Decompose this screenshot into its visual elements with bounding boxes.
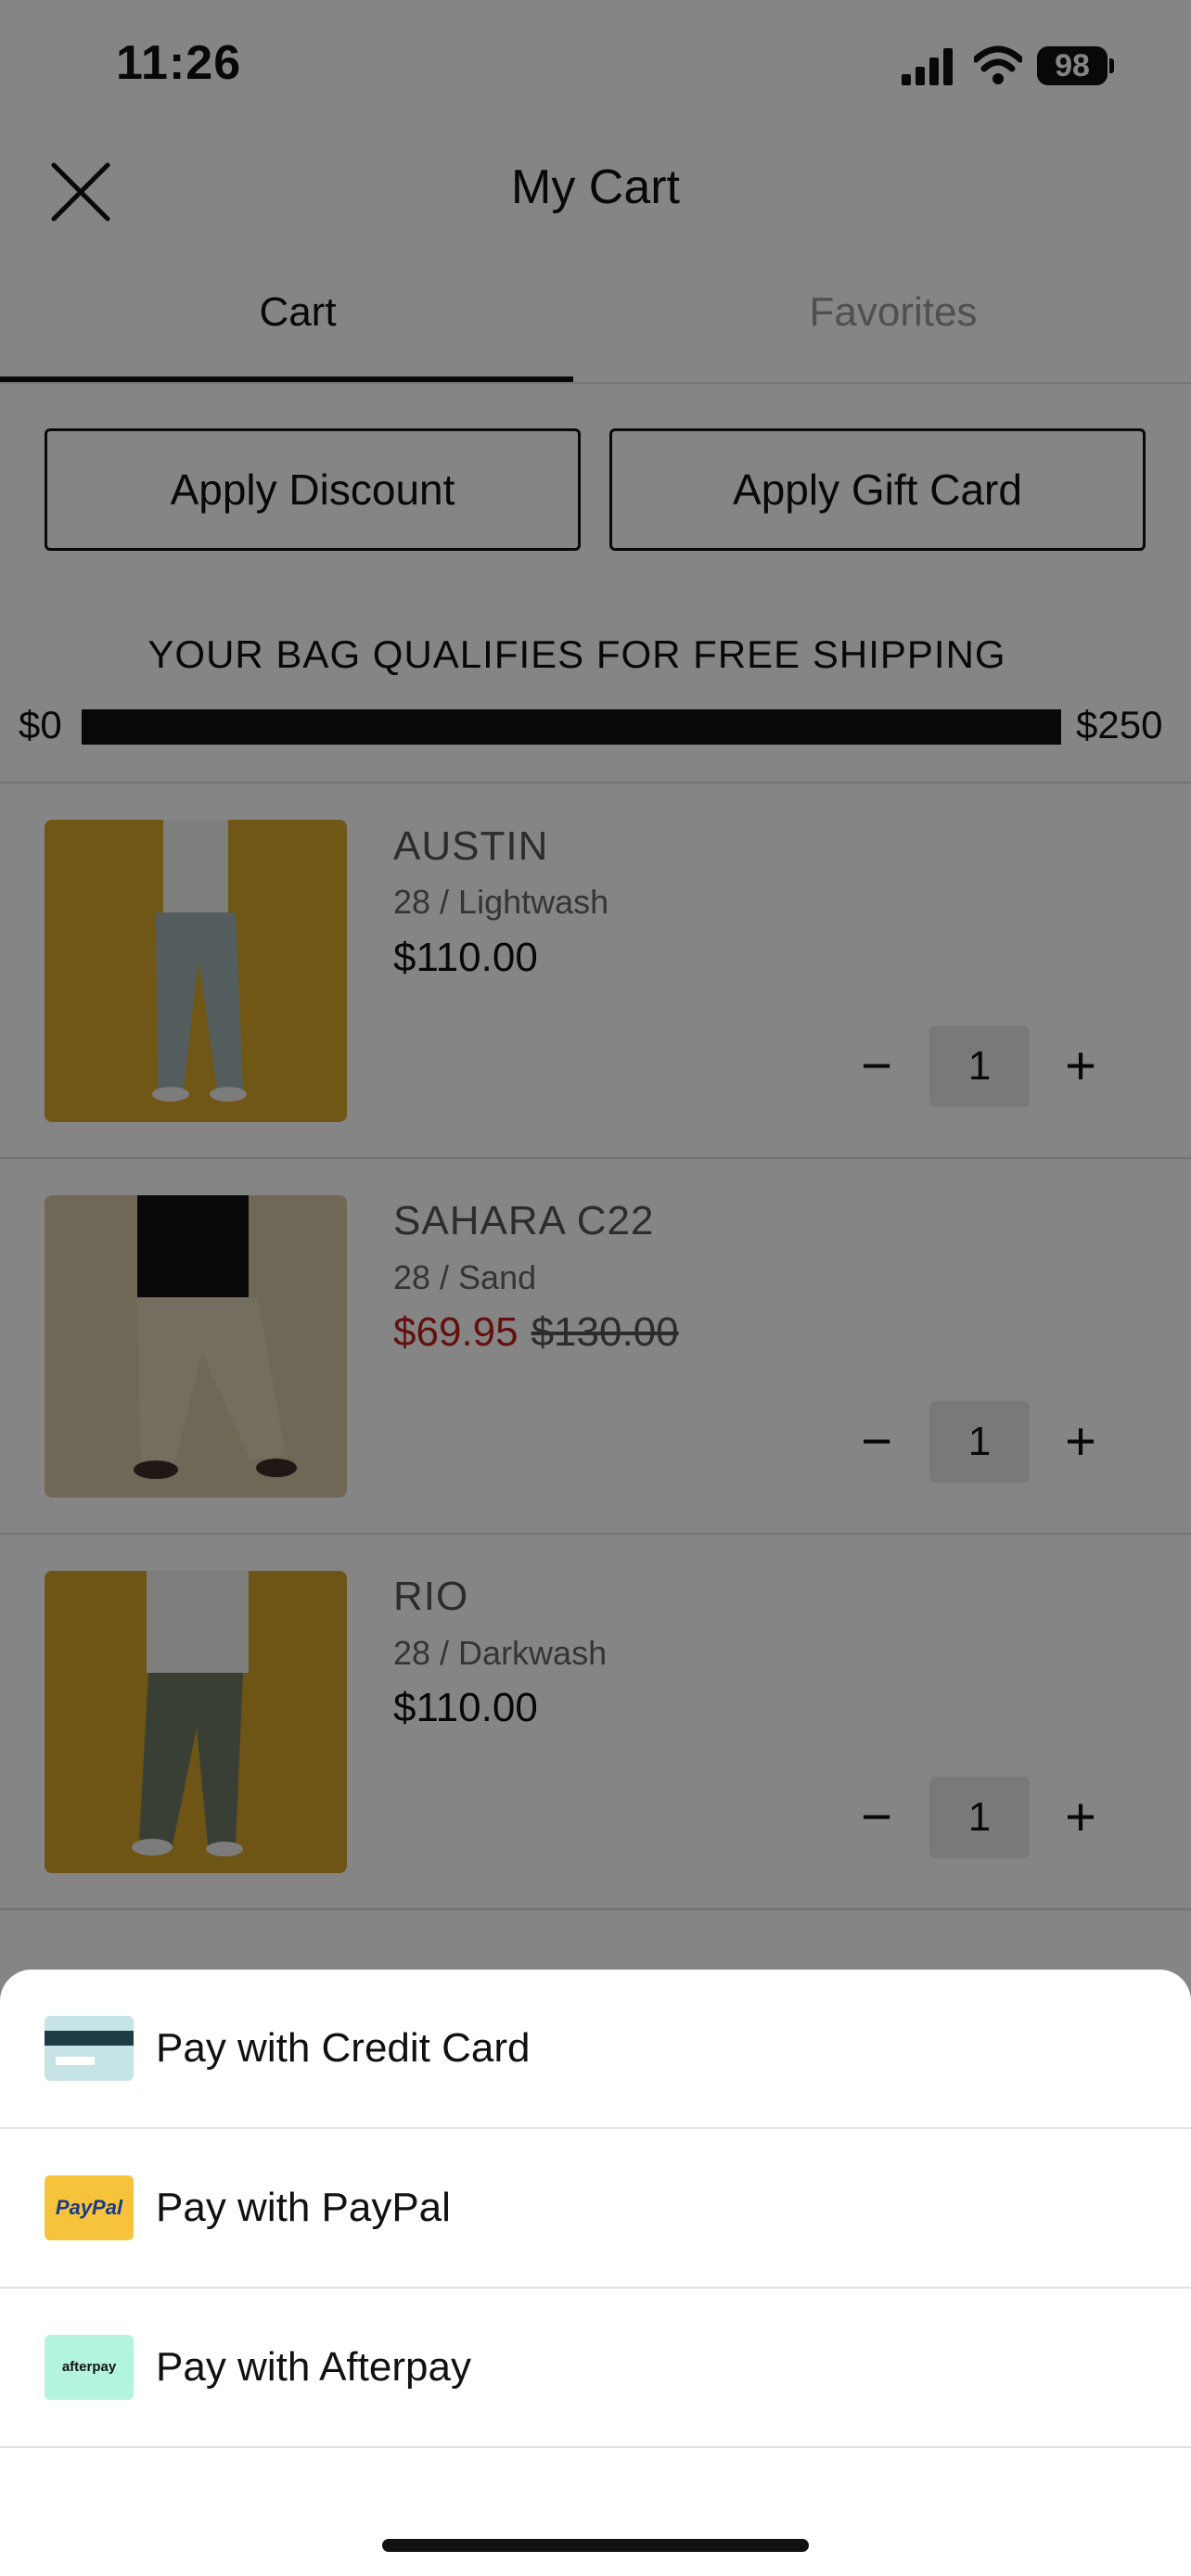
home-indicator[interactable] bbox=[382, 2539, 809, 2552]
pay-afterpay-option[interactable]: afterpay Pay with Afterpay bbox=[0, 2289, 1191, 2446]
payment-options-sheet: Pay with Credit Card PayPal Pay with Pay… bbox=[0, 1970, 1191, 2576]
pay-paypal-option[interactable]: PayPal Pay with PayPal bbox=[0, 2129, 1191, 2287]
paypal-logo-text: PayPal bbox=[55, 2196, 123, 2219]
pay-option-label: Pay with PayPal bbox=[156, 2185, 451, 2230]
pay-option-label: Pay with Afterpay bbox=[156, 2344, 471, 2390]
afterpay-logo-text: afterpay bbox=[61, 2359, 117, 2375]
paypal-icon: PayPal bbox=[45, 2175, 134, 2240]
afterpay-icon: afterpay bbox=[45, 2335, 134, 2400]
credit-card-icon bbox=[45, 2016, 134, 2081]
pay-credit-card-option[interactable]: Pay with Credit Card bbox=[0, 1970, 1191, 2127]
divider bbox=[0, 2446, 1191, 2448]
pay-option-label: Pay with Credit Card bbox=[156, 2025, 531, 2071]
